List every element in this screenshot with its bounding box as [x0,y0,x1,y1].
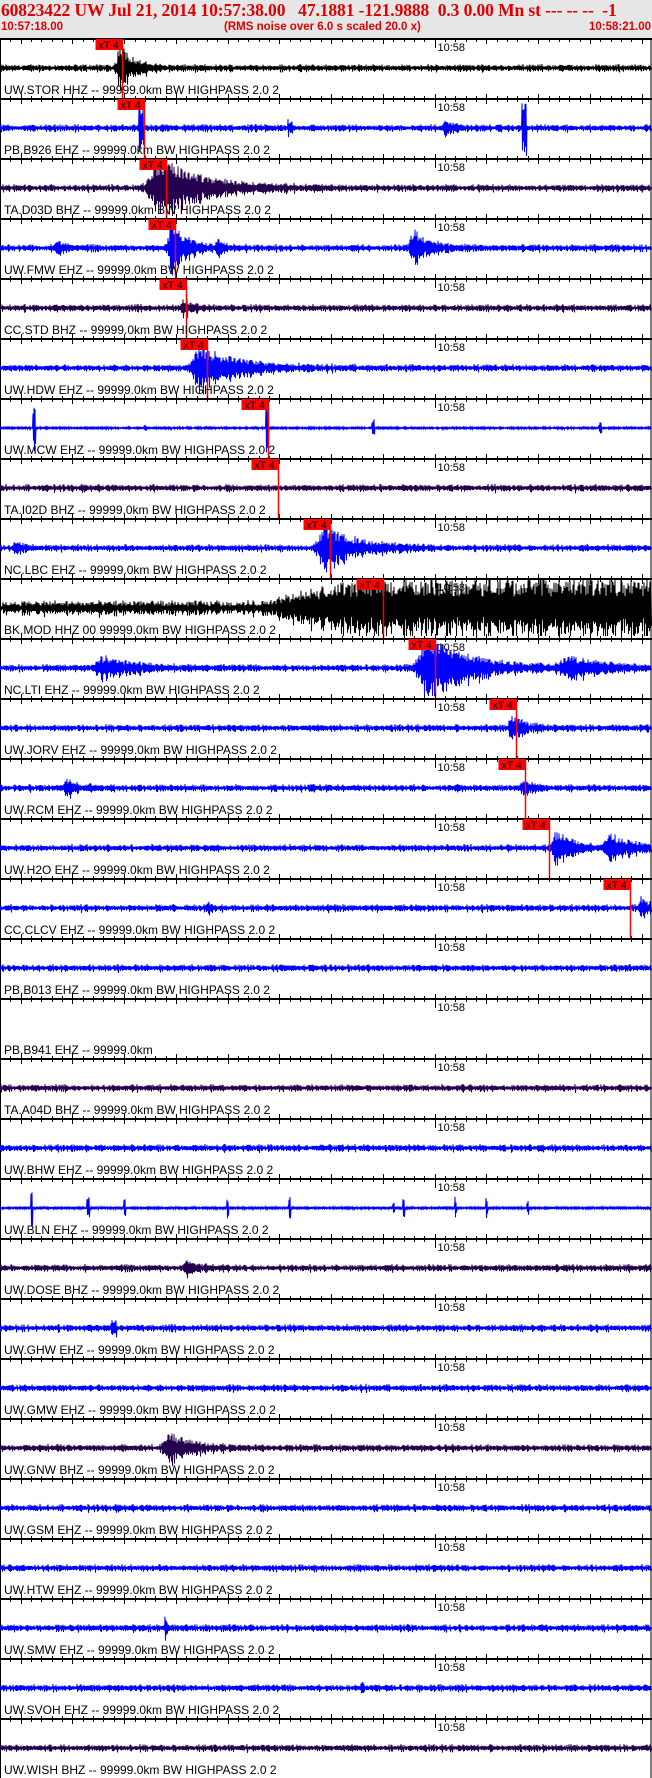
trace-label: PB.B926 EHZ -- 99999.0km BW HIGHPASS 2.0… [4,143,270,157]
end-time: 10:58:21.00 [588,21,651,33]
waveform-trace [0,1433,652,1467]
event-title: 60823422 UW Jul 21, 2014 10:57:38.00 47.… [1,0,617,20]
pick-label: xT 4 [307,520,327,532]
minute-label: 10:58 [438,762,466,774]
minute-label: 10:58 [438,1602,466,1614]
trace-label: UW.BLN EHZ -- 99999.0km BW HIGHPASS 2.0 … [4,1223,269,1237]
start-time: 10:57:18.00 [1,21,64,33]
minute-label: 10:58 [438,102,466,114]
waveform-trace [0,1260,652,1279]
minute-label: 10:58 [438,1662,466,1674]
pick-label: xT 4 [255,460,275,472]
waveform-trace [0,1616,652,1641]
minute-label: 10:58 [438,402,466,414]
minute-label: 10:58 [438,702,466,714]
waveform-trace [0,1383,652,1394]
waveform-trace [0,483,652,494]
trace-label: UW.GMW EHZ -- 99999.0km BW HIGHPASS 2.0 … [4,1403,276,1417]
trace-label: UW.MCW EHZ -- 99999.0km BW HIGHPASS 2.0 … [4,443,275,457]
trace-label: UW.SVOH EHZ -- 99999.0km BW HIGHPASS 2.0… [4,1703,280,1717]
trace-label: UW.SMW EHZ -- 99999.0km BW HIGHPASS 2.0 … [4,1643,275,1657]
waveform-trace [0,1320,652,1338]
trace-label: UW.GNW BHZ -- 99999.0km BW HIGHPASS 2.0 … [4,1463,275,1477]
waveform-trace [0,1503,652,1514]
waveform-trace [0,832,652,866]
trace-label: TA.A04D BHZ -- 99999.0km BW HIGHPASS 2.0… [4,1103,271,1117]
trace-label: TA.D03D BHZ -- 99999.0km BW HIGHPASS 2.0… [4,203,271,217]
waveform-trace [0,1143,652,1153]
waveform-trace [0,716,652,740]
pick-label: xT 4 [163,280,183,292]
trace-label: UW.GHW EHZ -- 99999.0km BW HIGHPASS 2.0 … [4,1343,275,1357]
pick-label: xT 4 [493,700,513,712]
minute-label: 10:58 [438,882,466,894]
trace-label: UW.HTW EHZ -- 99999.0km BW HIGHPASS 2.0 … [4,1583,273,1597]
trace-label: PB.B013 EHZ -- 99999.0km BW HIGHPASS 2.0… [4,983,270,997]
minute-label: 10:58 [438,1542,466,1554]
trace-label: TA.I02D BHZ -- 99999.0km BW HIGHPASS 2.0… [4,503,266,517]
minute-label: 10:58 [438,1062,466,1074]
trace-label: UW.FMW EHZ -- 99999.0km BW HIGHPASS 2.0 … [4,263,274,277]
minute-label: 10:58 [438,462,466,474]
trace-label: NC.LTI EHZ -- 99999.0km BW HIGHPASS 2.0 … [4,683,260,697]
minute-label: 10:58 [438,1182,466,1194]
trace-label: UW.RCM EHZ -- 99999.0km BW HIGHPASS 2.0 … [4,803,273,817]
pick-label: xT 4 [152,220,172,232]
minute-label: 10:58 [438,1722,466,1734]
trace-label: UW.H2O EHZ -- 99999.0km BW HIGHPASS 2.0 … [4,863,270,877]
trace-label: PB.B941 EHZ -- 99999.0km [4,1043,153,1057]
trace-label: UW.STOR HHZ -- 99999.0km BW HIGHPASS 2.0… [4,83,279,97]
waveform-trace [0,1743,652,1753]
trace-label: CC.CLCV EHZ -- 99999.0km BW HIGHPASS 2.0… [4,923,276,937]
trace-label: UW.GSM EHZ -- 99999.0km BW HIGHPASS 2.0 … [4,1523,273,1537]
pick-label: xT 4 [121,100,141,112]
minute-label: 10:58 [438,1422,466,1434]
waveform-trace [0,1563,652,1573]
minute-label: 10:58 [438,342,466,354]
waveform-trace [0,1192,652,1226]
trace-label: CC.STD BHZ -- 99999.0km BW HIGHPASS 2.0 … [4,323,268,337]
waveform-trace [0,896,652,919]
pick-label: xT 4 [184,340,204,352]
minute-label: 10:58 [438,822,466,834]
pick-label: xT 4 [245,400,265,412]
minute-label: 10:58 [438,42,466,54]
pick-label: xT 4 [526,820,546,832]
pick-label: xT 4 [143,160,163,172]
trace-label: UW.JORV EHZ -- 99999.0km BW HIGHPASS 2.0… [4,743,277,757]
minute-label: 10:58 [438,1002,466,1014]
pick-label: xT 4 [502,760,522,772]
pick-label: xT 4 [412,640,432,652]
waveform-trace [0,1083,652,1094]
minute-label: 10:58 [438,222,466,234]
waveform-trace [0,1682,652,1694]
waveform-trace [0,778,652,799]
trace-label: UW.BHW EHZ -- 99999.0km BW HIGHPASS 2.0 … [4,1163,274,1177]
minute-label: 10:58 [438,1242,466,1254]
minute-label: 10:58 [438,942,466,954]
waveform-trace [0,298,652,319]
minute-label: 10:58 [438,282,466,294]
minute-label: 10:58 [438,1302,466,1314]
pick-label: xT 4 [360,580,380,592]
trace-label: NC.LBC EHZ -- 99999.0km BW HIGHPASS 2.0 … [4,563,267,577]
trace-label: UW.HDW EHZ -- 99999.0km BW HIGHPASS 2.0 … [4,383,274,397]
minute-label: 10:58 [438,162,466,174]
minute-label: 10:58 [438,1122,466,1134]
minute-label: 10:58 [438,1482,466,1494]
trace-label: BK.MOD HHZ 00 99999.0km BW HIGHPASS 2.0 … [4,623,276,637]
pick-label: xT 4 [99,40,119,52]
scaling-note: (RMS noise over 6.0 s scaled 20.0 x) [224,21,421,33]
seismogram-panel: 10:58 xT 4 UW.STOR HHZ -- 99999.0km BW HIG… [0,38,652,1778]
trace-label: UW.DOSE BHZ -- 99999.0km BW HIGHPASS 2.0… [4,1283,280,1297]
header-bar: 60823422 UW Jul 21, 2014 10:57:38.00 47.… [0,0,652,38]
minute-label: 10:58 [438,522,466,534]
minute-label: 10:58 [438,1362,466,1374]
pick-label: xT 4 [607,880,627,892]
trace-label: UW.WISH BHZ -- 99999.0km BW HIGHPASS 2.0… [4,1763,277,1777]
waveform-trace [0,963,652,974]
